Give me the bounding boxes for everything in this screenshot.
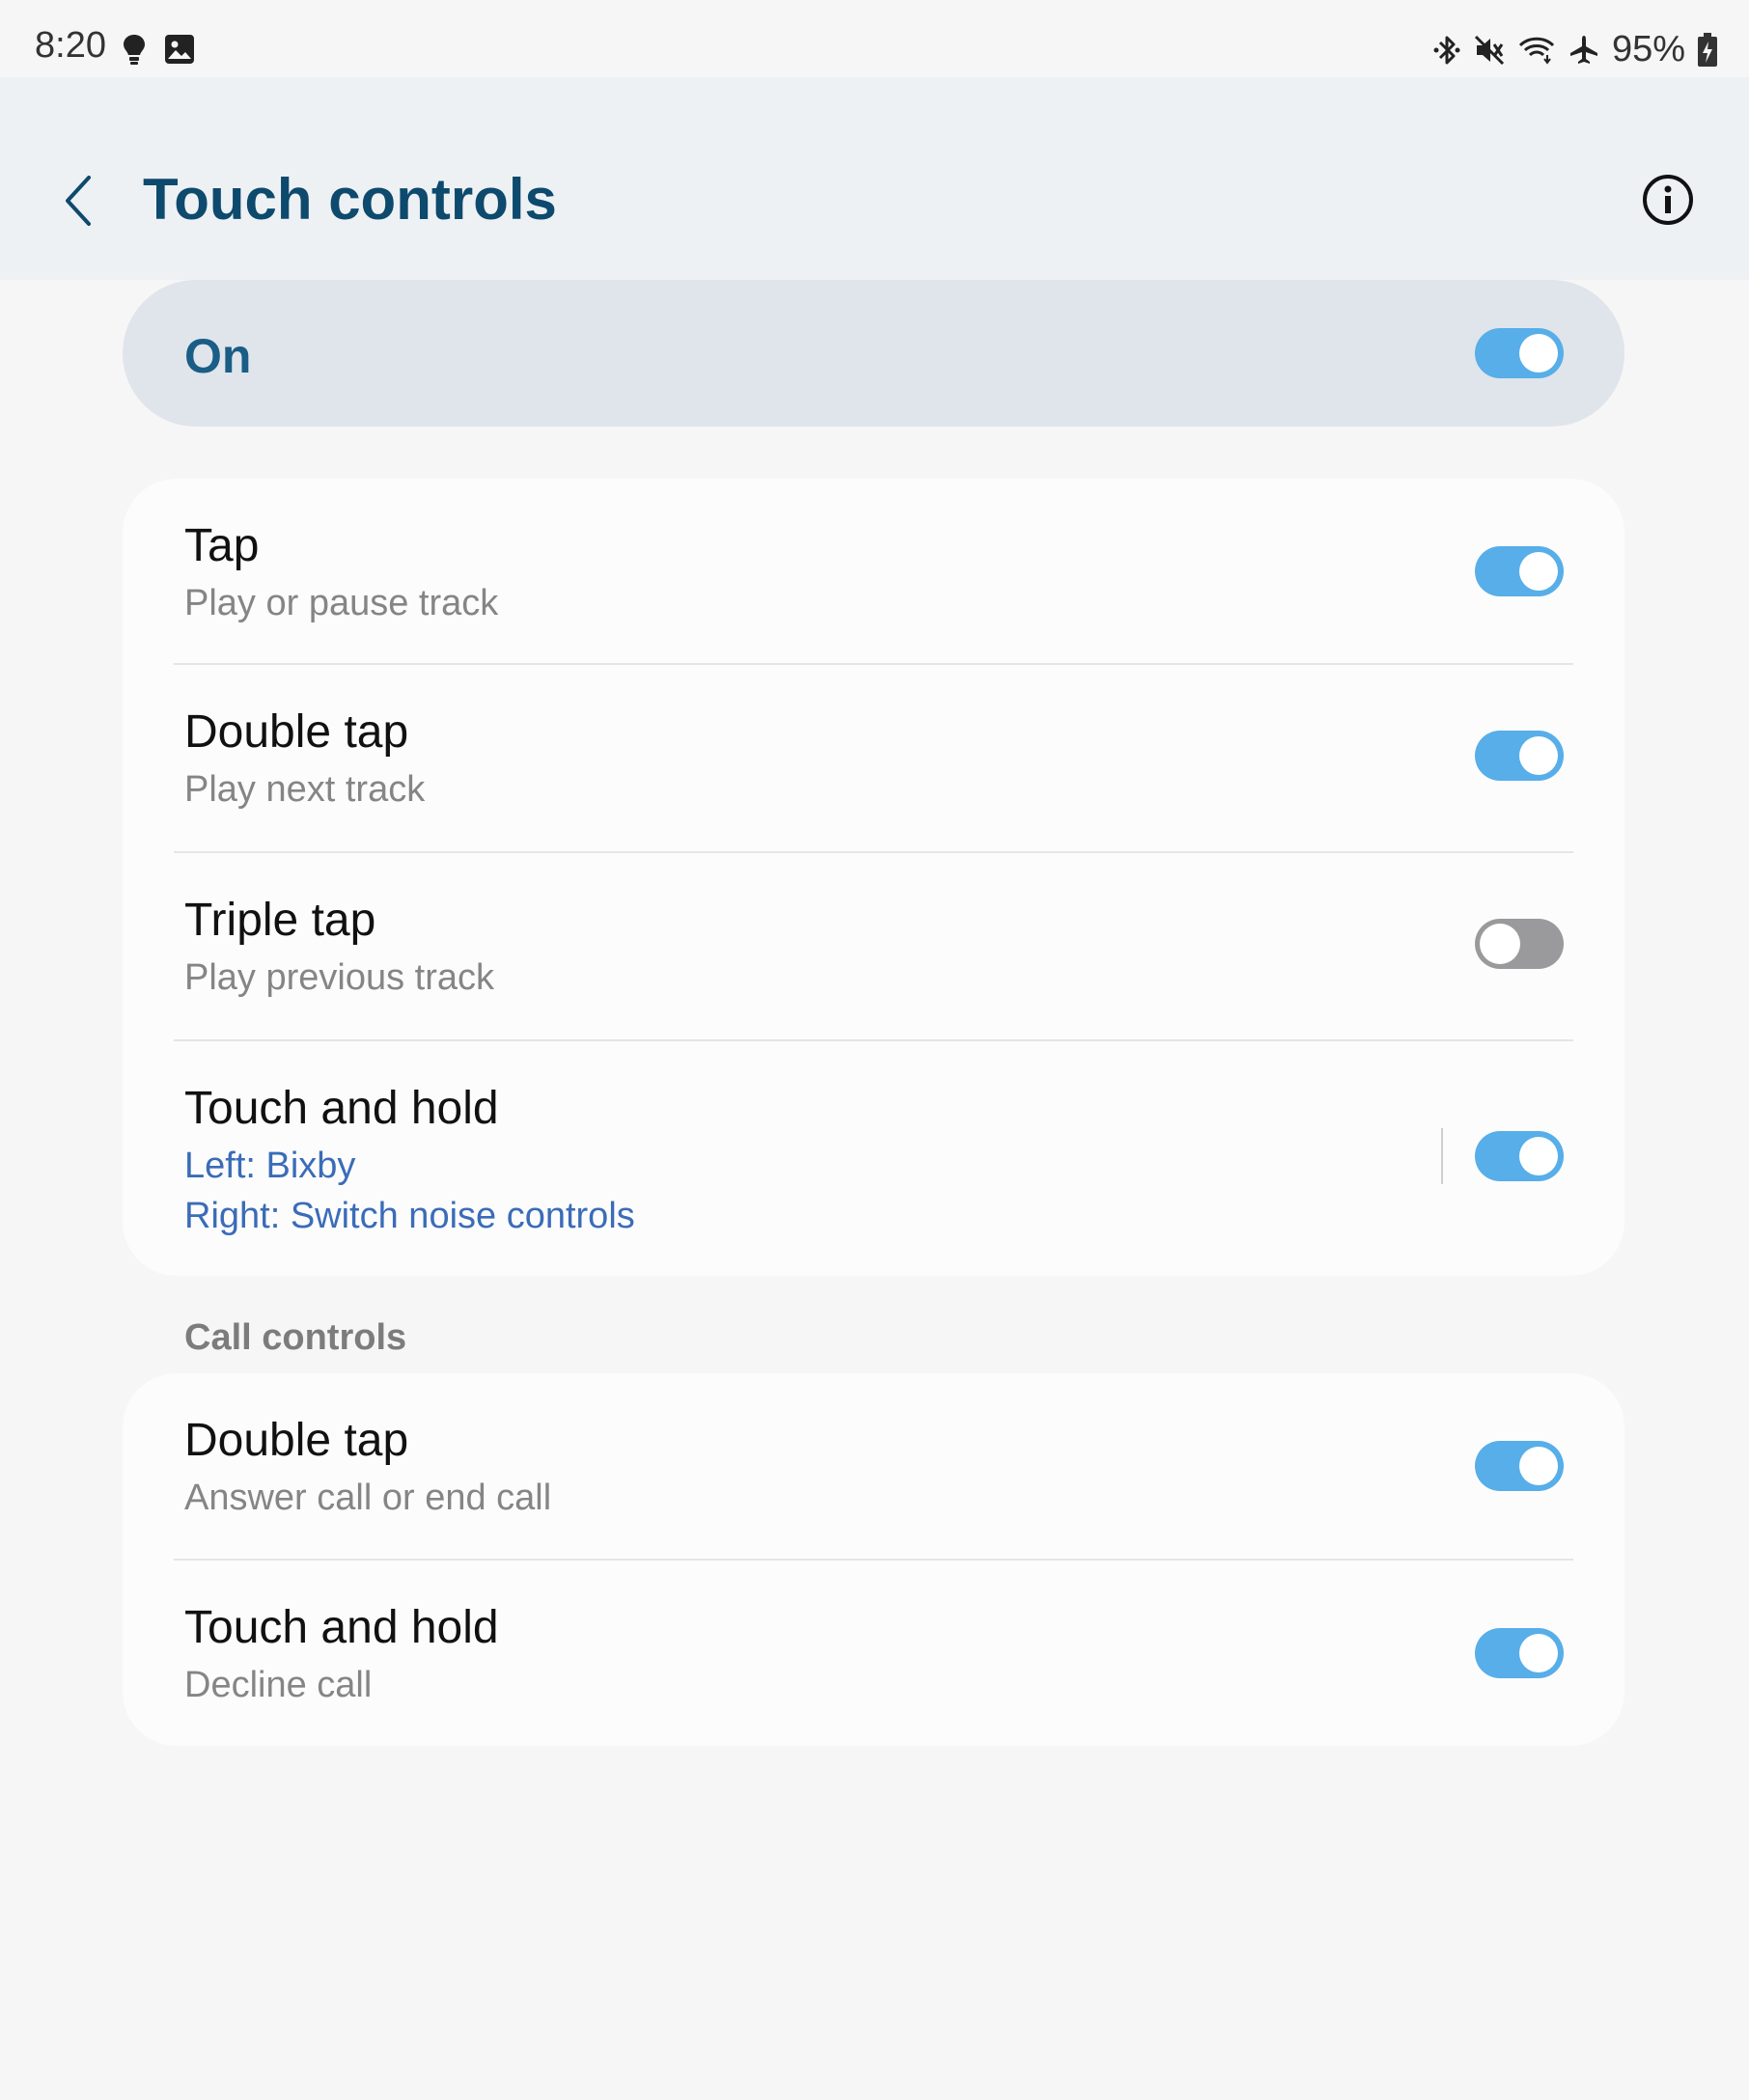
setting-row-tap[interactable]: Tap Play or pause track: [123, 479, 1624, 664]
double-tap-toggle[interactable]: [1475, 731, 1564, 781]
setting-row-touch-and-hold[interactable]: Touch and hold Left: Bixby Right: Switch…: [123, 1041, 1624, 1276]
section-header-call-controls: Call controls: [184, 1317, 407, 1358]
setting-subtitle-right: Right: Switch noise controls: [184, 1196, 635, 1236]
setting-subtitle-left: Left: Bixby: [184, 1146, 356, 1186]
setting-subtitle: Answer call or end call: [184, 1478, 552, 1518]
image-icon: [165, 35, 194, 64]
setting-title: Double tap: [184, 706, 409, 758]
battery-percent: 95%: [1611, 29, 1685, 69]
master-switch-row[interactable]: On: [123, 280, 1624, 427]
touch-and-hold-toggle[interactable]: [1475, 1131, 1564, 1181]
battery-icon: [1698, 32, 1717, 67]
master-toggle[interactable]: [1475, 328, 1564, 378]
bulb-icon: [124, 35, 145, 65]
toggle-knob: [1519, 1447, 1558, 1485]
call-controls-card: Double tap Answer call or end call Touch…: [123, 1373, 1624, 1746]
status-right-icons: 95%: [1432, 29, 1718, 70]
touch-controls-card: Tap Play or pause track Double tap Play …: [123, 479, 1624, 1276]
toggle-knob: [1519, 334, 1558, 373]
airplane-icon: [1569, 35, 1597, 64]
mute-icon: [1474, 35, 1504, 65]
setting-subtitle: Play next track: [184, 769, 426, 810]
setting-row-double-tap[interactable]: Double tap Play next track: [123, 665, 1624, 852]
master-switch-label: On: [184, 329, 252, 383]
setting-subtitle: Play previous track: [184, 957, 495, 998]
back-button[interactable]: [56, 166, 104, 235]
toggle-knob: [1519, 552, 1558, 591]
toggle-knob: [1519, 1137, 1558, 1175]
info-icon: [1643, 175, 1693, 225]
wifi-icon: [1518, 37, 1554, 65]
triple-tap-toggle[interactable]: [1475, 919, 1564, 969]
setting-title: Tap: [184, 520, 260, 571]
setting-row-triple-tap[interactable]: Triple tap Play previous track: [123, 853, 1624, 1040]
setting-title: Double tap: [184, 1415, 409, 1466]
toggle-knob: [1519, 1634, 1558, 1672]
setting-subtitle: Play or pause track: [184, 583, 499, 623]
setting-title: Triple tap: [184, 895, 376, 946]
call-touch-and-hold-toggle[interactable]: [1475, 1628, 1564, 1678]
chevron-left-icon: [66, 176, 91, 226]
vertical-separator: [1441, 1128, 1443, 1184]
setting-row-call-double-tap[interactable]: Double tap Answer call or end call: [123, 1373, 1624, 1559]
setting-row-call-touch-and-hold[interactable]: Touch and hold Decline call: [123, 1561, 1624, 1746]
status-left-icons: [122, 33, 195, 66]
bluetooth-icon: [1433, 36, 1460, 64]
page-title: Touch controls: [143, 167, 557, 232]
info-button[interactable]: [1641, 173, 1695, 227]
call-double-tap-toggle[interactable]: [1475, 1441, 1564, 1491]
setting-subtitle: Decline call: [184, 1665, 373, 1705]
tap-toggle[interactable]: [1475, 546, 1564, 596]
setting-title: Touch and hold: [184, 1083, 499, 1134]
toggle-knob: [1480, 924, 1520, 964]
status-time: 8:20: [35, 25, 106, 66]
setting-title: Touch and hold: [184, 1602, 499, 1653]
status-bar: 8:20 95%: [0, 0, 1749, 77]
toggle-knob: [1519, 736, 1558, 775]
